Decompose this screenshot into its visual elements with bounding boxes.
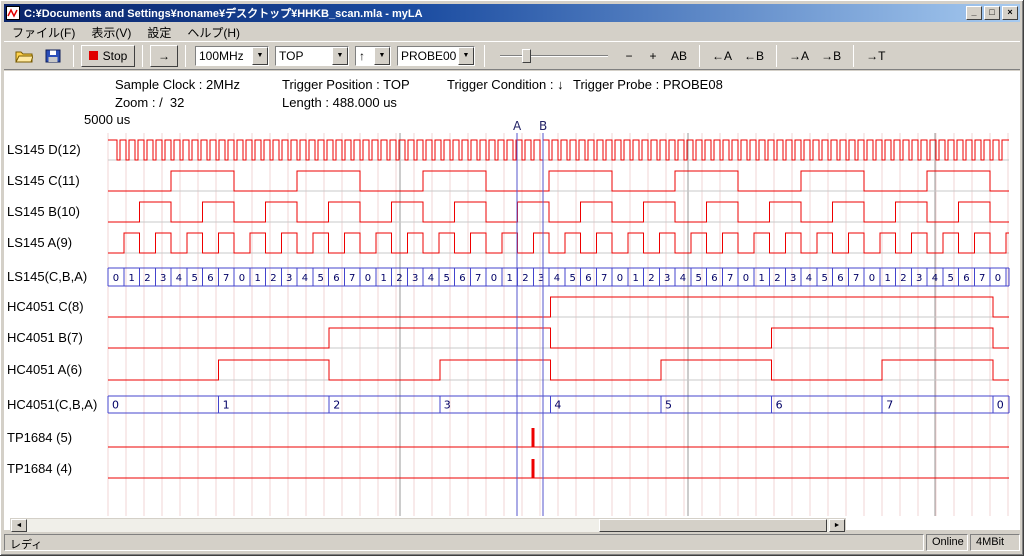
open-folder-icon xyxy=(15,49,33,63)
run-button[interactable]: → xyxy=(150,45,178,67)
channel-label: HC4051 B(7) xyxy=(7,330,83,345)
trigger-probe-combo[interactable]: PROBE00 ▼ xyxy=(397,46,475,66)
toolbar-separator xyxy=(853,45,854,67)
channel-label: HC4051 A(6) xyxy=(7,362,82,377)
trigger-condition-info: Trigger Condition : ↓ xyxy=(447,77,564,92)
minimize-button[interactable]: _ xyxy=(966,6,982,20)
close-button[interactable]: × xyxy=(1002,6,1018,20)
scroll-left-icon[interactable]: ◄ xyxy=(11,519,27,532)
channel-label: TP1684 (5) xyxy=(7,430,72,445)
stop-icon xyxy=(89,51,98,60)
toolbar-separator xyxy=(73,45,74,67)
trigger-probe-value: PROBE00 xyxy=(398,47,458,65)
channel-label: LS145(C,B,A) xyxy=(7,269,87,284)
chevron-down-icon[interactable]: ▼ xyxy=(458,47,474,65)
trigger-edge-value: ↑ xyxy=(356,47,374,65)
titlebar[interactable]: C:¥Documents and Settings¥noname¥デスクトップ¥… xyxy=(4,4,1020,22)
save-file-button[interactable] xyxy=(40,45,66,67)
horizontal-scrollbar[interactable]: ◄ ► xyxy=(10,518,846,533)
sample-clock-combo[interactable]: 100MHz ▼ xyxy=(195,46,269,66)
app-window: C:¥Documents and Settings¥noname¥デスクトップ¥… xyxy=(0,0,1024,556)
statusbar: レディ Online 4MBit xyxy=(4,532,1020,552)
menu-help[interactable]: ヘルプ(H) xyxy=(179,23,248,42)
zoom-slider[interactable] xyxy=(498,46,610,66)
scrollbar-thumb[interactable] xyxy=(599,519,827,532)
channel-label: LS145 D(12) xyxy=(7,142,81,157)
trigger-position-combo[interactable]: TOP ▼ xyxy=(275,46,349,66)
cursor-ab-button[interactable]: AB xyxy=(666,45,692,67)
run-arrow-icon: → xyxy=(158,49,170,63)
trigger-position-info: Trigger Position : TOP xyxy=(282,77,410,92)
chevron-down-icon[interactable]: ▼ xyxy=(374,47,390,65)
app-icon xyxy=(6,6,20,20)
channel-label: LS145 B(10) xyxy=(7,204,80,219)
window-title: C:¥Documents and Settings¥noname¥デスクトップ¥… xyxy=(24,5,964,21)
goto-a-right-button[interactable]: →A xyxy=(784,45,814,67)
toolbar-separator xyxy=(776,45,777,67)
trigger-edge-combo[interactable]: ↑ ▼ xyxy=(355,46,391,66)
menu-settings[interactable]: 設定 xyxy=(139,23,179,42)
status-online: Online xyxy=(926,534,968,551)
chevron-down-icon[interactable]: ▼ xyxy=(332,47,348,65)
trigger-position-value: TOP xyxy=(276,47,332,65)
menubar: ファイル(F) 表示(V) 設定 ヘルプ(H) xyxy=(4,23,1020,41)
zoom-info: Zoom : / 32 xyxy=(115,95,184,110)
scroll-right-icon[interactable]: ► xyxy=(829,519,845,532)
sample-clock-info: Sample Clock : 2MHz xyxy=(115,77,240,92)
menu-view[interactable]: 表示(V) xyxy=(83,23,139,42)
waveform-client-area xyxy=(4,71,1020,530)
channel-label: LS145 A(9) xyxy=(7,235,72,250)
status-ready: レディ xyxy=(4,534,924,551)
save-floppy-icon xyxy=(45,49,61,63)
zoom-out-button[interactable]: − xyxy=(618,45,640,67)
time-scale-label: 5000 us xyxy=(84,112,130,127)
chevron-down-icon[interactable]: ▼ xyxy=(252,47,268,65)
toolbar-separator xyxy=(185,45,186,67)
toolbar: Stop → 100MHz ▼ TOP ▼ ↑ ▼ PROBE00 ▼ − + xyxy=(4,41,1020,70)
maximize-button[interactable]: □ xyxy=(984,6,1000,20)
length-info: Length : 488.000 us xyxy=(282,95,397,110)
zoom-slider-thumb[interactable] xyxy=(522,49,531,63)
stop-button[interactable]: Stop xyxy=(81,45,135,67)
goto-b-right-button[interactable]: →B xyxy=(816,45,846,67)
sample-clock-value: 100MHz xyxy=(196,47,252,65)
toolbar-separator xyxy=(142,45,143,67)
status-memory: 4MBit xyxy=(970,534,1020,551)
toolbar-separator xyxy=(699,45,700,67)
channel-label: LS145 C(11) xyxy=(7,173,80,188)
zoom-slider-track xyxy=(500,55,608,57)
channel-label: TP1684 (4) xyxy=(7,461,72,476)
goto-trigger-button[interactable]: →T xyxy=(861,45,890,67)
trigger-probe-info: Trigger Probe : PROBE08 xyxy=(573,77,723,92)
menu-file[interactable]: ファイル(F) xyxy=(4,23,83,42)
channel-label: HC4051 C(8) xyxy=(7,299,84,314)
stop-label: Stop xyxy=(103,49,128,63)
zoom-in-button[interactable]: + xyxy=(642,45,664,67)
channel-label: HC4051(C,B,A) xyxy=(7,397,97,412)
open-file-button[interactable] xyxy=(10,45,38,67)
toolbar-separator xyxy=(484,45,485,67)
goto-a-left-button[interactable]: ←A xyxy=(707,45,737,67)
goto-b-left-button[interactable]: ←B xyxy=(739,45,769,67)
